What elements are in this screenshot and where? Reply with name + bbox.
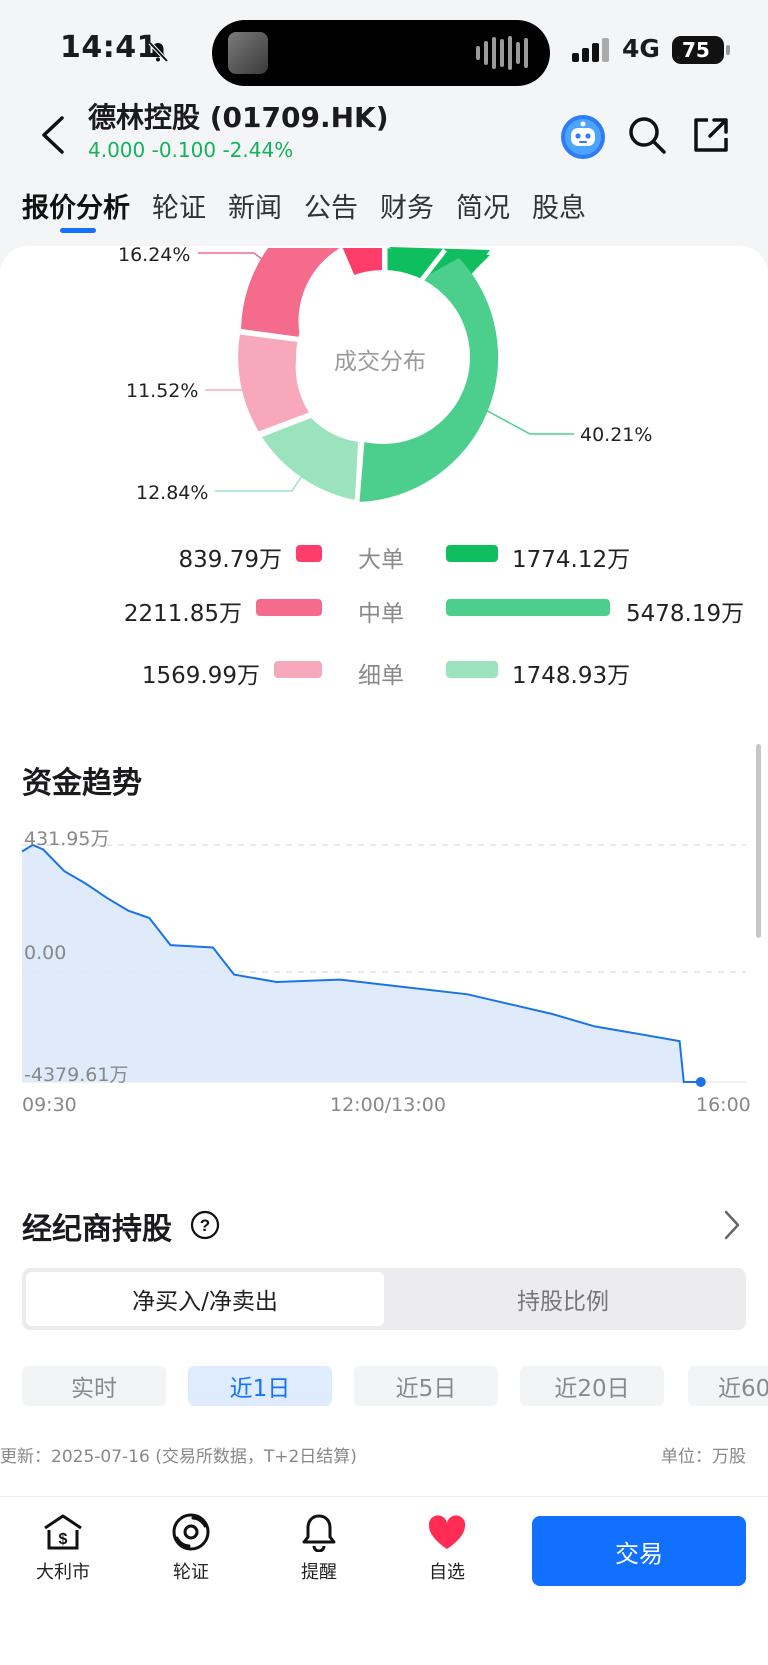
period-60d[interactable]: 近60日 [688, 1366, 768, 1406]
trend-end-dot [695, 1077, 706, 1087]
leader-line-green-mid [481, 407, 574, 435]
audio-wave-icon [476, 36, 528, 70]
tab-warrants[interactable]: 轮证 [152, 186, 206, 225]
back-arrow-icon[interactable] [34, 110, 74, 160]
stock-tabs: 报价分析 轮证 新闻 公告 财务 简况 股息 [22, 186, 586, 225]
donut-center-label: 成交分布 [334, 349, 426, 375]
bell-icon [302, 1514, 336, 1552]
help-icon[interactable]: ? [190, 1210, 220, 1240]
tab-quote-analysis[interactable]: 报价分析 [22, 186, 130, 225]
legend-in-value-mid: 2211.85万 [123, 601, 242, 627]
heart-icon [428, 1515, 466, 1549]
svg-text:$: $ [59, 1531, 68, 1548]
update-note: 更新：2025-07-16 (交易所数据，T+2日结算) [0, 1447, 357, 1467]
legend-name-small: 细单 [358, 663, 404, 689]
tabbar-item-alerts[interactable]: 提醒 [274, 1512, 364, 1584]
silent-bell-icon [148, 41, 169, 63]
tab-financials[interactable]: 财务 [380, 186, 434, 225]
legend-out-value-mid: 5478.19万 [626, 601, 745, 627]
share-icon[interactable] [690, 114, 732, 156]
tabbar-item-warrants[interactable]: 轮证 [146, 1512, 236, 1584]
legend-bar-out-large [446, 545, 498, 562]
tab-dividends[interactable]: 股息 [532, 186, 586, 225]
legend-bar-in-large [296, 545, 322, 562]
period-5d[interactable]: 近5日 [354, 1366, 498, 1406]
battery-icon: 75 [672, 36, 730, 64]
tabbar-item-watchlist[interactable]: 自选 [402, 1512, 492, 1584]
segment-holding-ratio[interactable]: 持股比例 [384, 1272, 742, 1326]
tab-news[interactable]: 新闻 [228, 186, 282, 225]
trade-distribution-donut [198, 247, 574, 503]
svg-text:?: ? [200, 1216, 210, 1235]
tabbar-label-warrants: 轮证 [173, 1562, 209, 1583]
x-tick-close: 16:00 [696, 1094, 751, 1116]
legend-out-value-small: 1748.93万 [512, 663, 631, 689]
dynamic-island [212, 20, 550, 86]
ai-assistant-robot-icon[interactable] [560, 114, 606, 160]
tab-announcements[interactable]: 公告 [304, 186, 358, 225]
money-bank-icon: $ [44, 1514, 82, 1550]
legend-in-value-small: 1569.99万 [141, 663, 260, 689]
warrant-swirl-icon [172, 1513, 210, 1551]
legend-bar-in-mid [256, 599, 322, 616]
signal-icon [572, 38, 609, 62]
y-tick-max: 431.95万 [24, 828, 110, 850]
fund-trend-title: 资金趋势 [22, 766, 142, 801]
stock-title: 德林控股 (01709.HK) [88, 101, 389, 134]
status-time: 14:41 [60, 30, 158, 65]
search-icon[interactable] [626, 114, 668, 156]
period-20d[interactable]: 近20日 [520, 1366, 664, 1406]
y-tick-min: -4379.61万 [24, 1064, 129, 1086]
period-realtime[interactable]: 实时 [22, 1366, 166, 1406]
legend-name-large: 大单 [358, 547, 404, 573]
broker-view-segmented: 净买入/净卖出 持股比例 [22, 1268, 746, 1330]
legend-in-value-large: 839.79万 [178, 547, 282, 573]
chevron-right-icon[interactable] [720, 1208, 744, 1242]
unit-note: 单位：万股 [661, 1447, 746, 1467]
pct-label-green-small: 12.84% [136, 482, 209, 504]
tab-profile[interactable]: 简况 [456, 186, 510, 225]
battery-level: 75 [682, 38, 710, 62]
period-1d[interactable]: 近1日 [188, 1366, 332, 1406]
legend-bar-in-small [274, 661, 322, 678]
legend-bar-out-small [446, 661, 498, 678]
tabbar-label-market: 大利市 [36, 1562, 90, 1583]
now-playing-thumbnail [228, 32, 268, 74]
tabbar-label-alerts: 提醒 [301, 1562, 337, 1583]
trend-area [22, 845, 701, 1082]
pct-label-green-mid: 40.21% [580, 424, 653, 446]
pct-label-red-small: 11.52% [126, 380, 199, 402]
tabbar-item-market[interactable]: $ 大利市 [18, 1512, 108, 1584]
stock-quote: 4.000 -0.100 -2.44% [88, 138, 294, 162]
broker-holdings-title: 经纪商持股 [22, 1212, 172, 1247]
y-tick-zero: 0.00 [24, 942, 67, 964]
x-tick-midday: 12:00/13:00 [330, 1094, 446, 1116]
pct-label-red-mid: 16.24% [118, 244, 191, 266]
network-type: 4G [622, 34, 660, 63]
trade-button[interactable]: 交易 [532, 1516, 746, 1586]
active-tab-indicator [60, 228, 96, 233]
scrollbar[interactable] [756, 744, 761, 938]
x-tick-open: 09:30 [22, 1094, 77, 1116]
legend-name-mid: 中单 [358, 601, 404, 627]
tabbar-label-watchlist: 自选 [429, 1562, 465, 1583]
legend-bar-out-mid [446, 599, 610, 616]
legend-out-value-large: 1774.12万 [512, 547, 631, 573]
segment-net-buy-sell[interactable]: 净买入/净卖出 [26, 1272, 384, 1326]
